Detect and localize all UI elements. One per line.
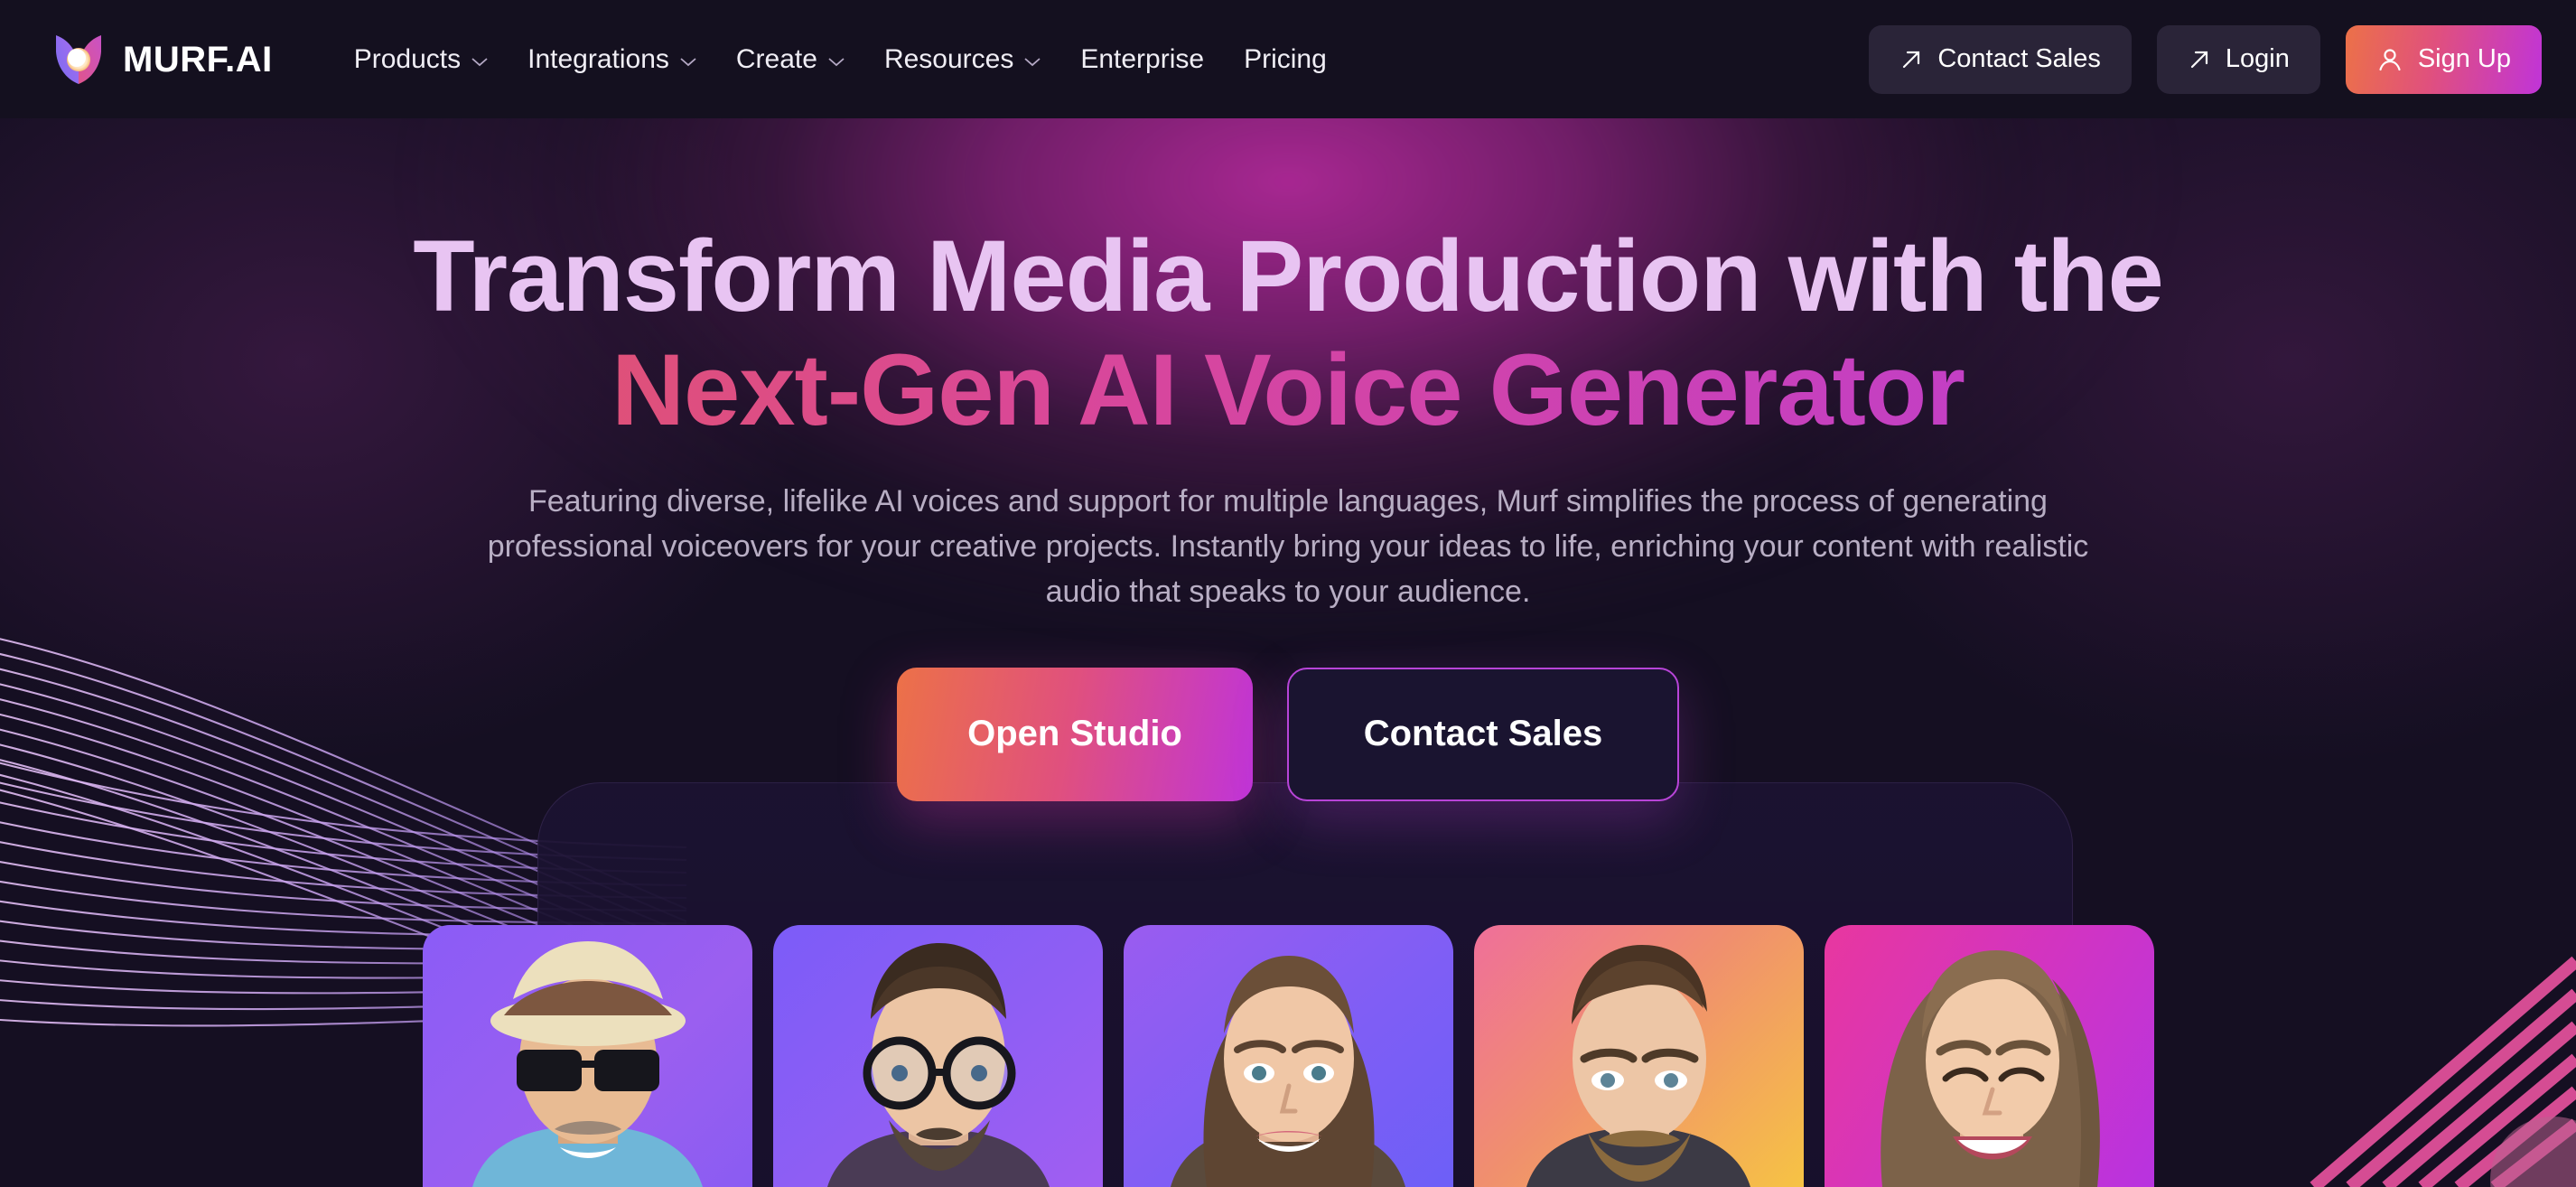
chevron-down-icon: [828, 57, 845, 67]
main-navigation: Products Integrations Create Resources E…: [334, 37, 1347, 82]
nav-label: Products: [353, 43, 462, 74]
header-actions: Contact Sales Login Sign Up: [1869, 24, 2542, 94]
chevron-down-icon: [680, 57, 696, 67]
sign-up-button[interactable]: Sign Up: [2345, 24, 2542, 94]
contact-sales-label: Contact Sales: [1937, 44, 2101, 73]
avatar-card-2[interactable]: [772, 925, 1103, 1187]
user-icon: [2379, 48, 2401, 70]
nav-label: Integrations: [527, 43, 669, 74]
murf-m-logo-icon: [56, 34, 101, 84]
hero-cta-row: Open Studio Contact Sales: [0, 667, 2576, 801]
avatar-card-5[interactable]: [1824, 925, 2154, 1187]
avatar-image-2: [773, 925, 1103, 1187]
nav-label: Pricing: [1244, 43, 1327, 74]
avatar-card-3[interactable]: [1123, 925, 1453, 1187]
nav-item-create[interactable]: Create: [716, 37, 864, 82]
nav-item-resources[interactable]: Resources: [864, 37, 1060, 82]
nav-item-enterprise[interactable]: Enterprise: [1060, 37, 1224, 82]
hero-page: MURF.AI Products Integrations Create Res…: [0, 0, 2576, 1187]
arrow-up-right-icon: [1903, 51, 1920, 68]
brand-logo[interactable]: MURF.AI: [51, 32, 273, 88]
chevron-down-icon: [471, 57, 488, 67]
nav-label: Enterprise: [1080, 43, 1205, 74]
avatar-card-1[interactable]: [422, 925, 752, 1187]
nav-item-pricing[interactable]: Pricing: [1224, 37, 1347, 82]
avatar-image-1: [423, 925, 752, 1187]
nav-label: Resources: [883, 43, 1014, 74]
hero-subtitle: Featuring diverse, lifelike AI voices an…: [487, 483, 2089, 610]
brand-name: MURF.AI: [123, 39, 273, 79]
arrow-up-right-icon: [2190, 51, 2207, 68]
hero-headline: Transform Media Production with the Next…: [0, 222, 2576, 444]
avatar-image-3: [1124, 925, 1453, 1187]
login-label: Login: [2225, 44, 2290, 73]
avatar-gallery: [0, 925, 2576, 1187]
open-studio-button[interactable]: Open Studio: [897, 667, 1253, 801]
contact-sales-button[interactable]: Contact Sales: [1869, 24, 2132, 94]
headline-line-1: Transform Media Production with the: [413, 220, 2164, 332]
login-button[interactable]: Login: [2156, 24, 2320, 94]
nav-item-integrations[interactable]: Integrations: [508, 37, 716, 82]
sign-up-label: Sign Up: [2417, 44, 2511, 73]
contact-sales-cta-button[interactable]: Contact Sales: [1287, 667, 1679, 801]
nav-label: Create: [735, 43, 817, 74]
site-header: MURF.AI Products Integrations Create Res…: [0, 0, 2576, 118]
headline-line-2: Next-Gen AI Voice Generator: [0, 335, 2576, 444]
nav-item-products[interactable]: Products: [334, 37, 508, 82]
chevron-down-icon: [1024, 57, 1041, 67]
avatar-image-4: [1474, 925, 1804, 1187]
avatar-card-4[interactable]: [1473, 925, 1804, 1187]
avatar-image-5: [1825, 925, 2154, 1187]
